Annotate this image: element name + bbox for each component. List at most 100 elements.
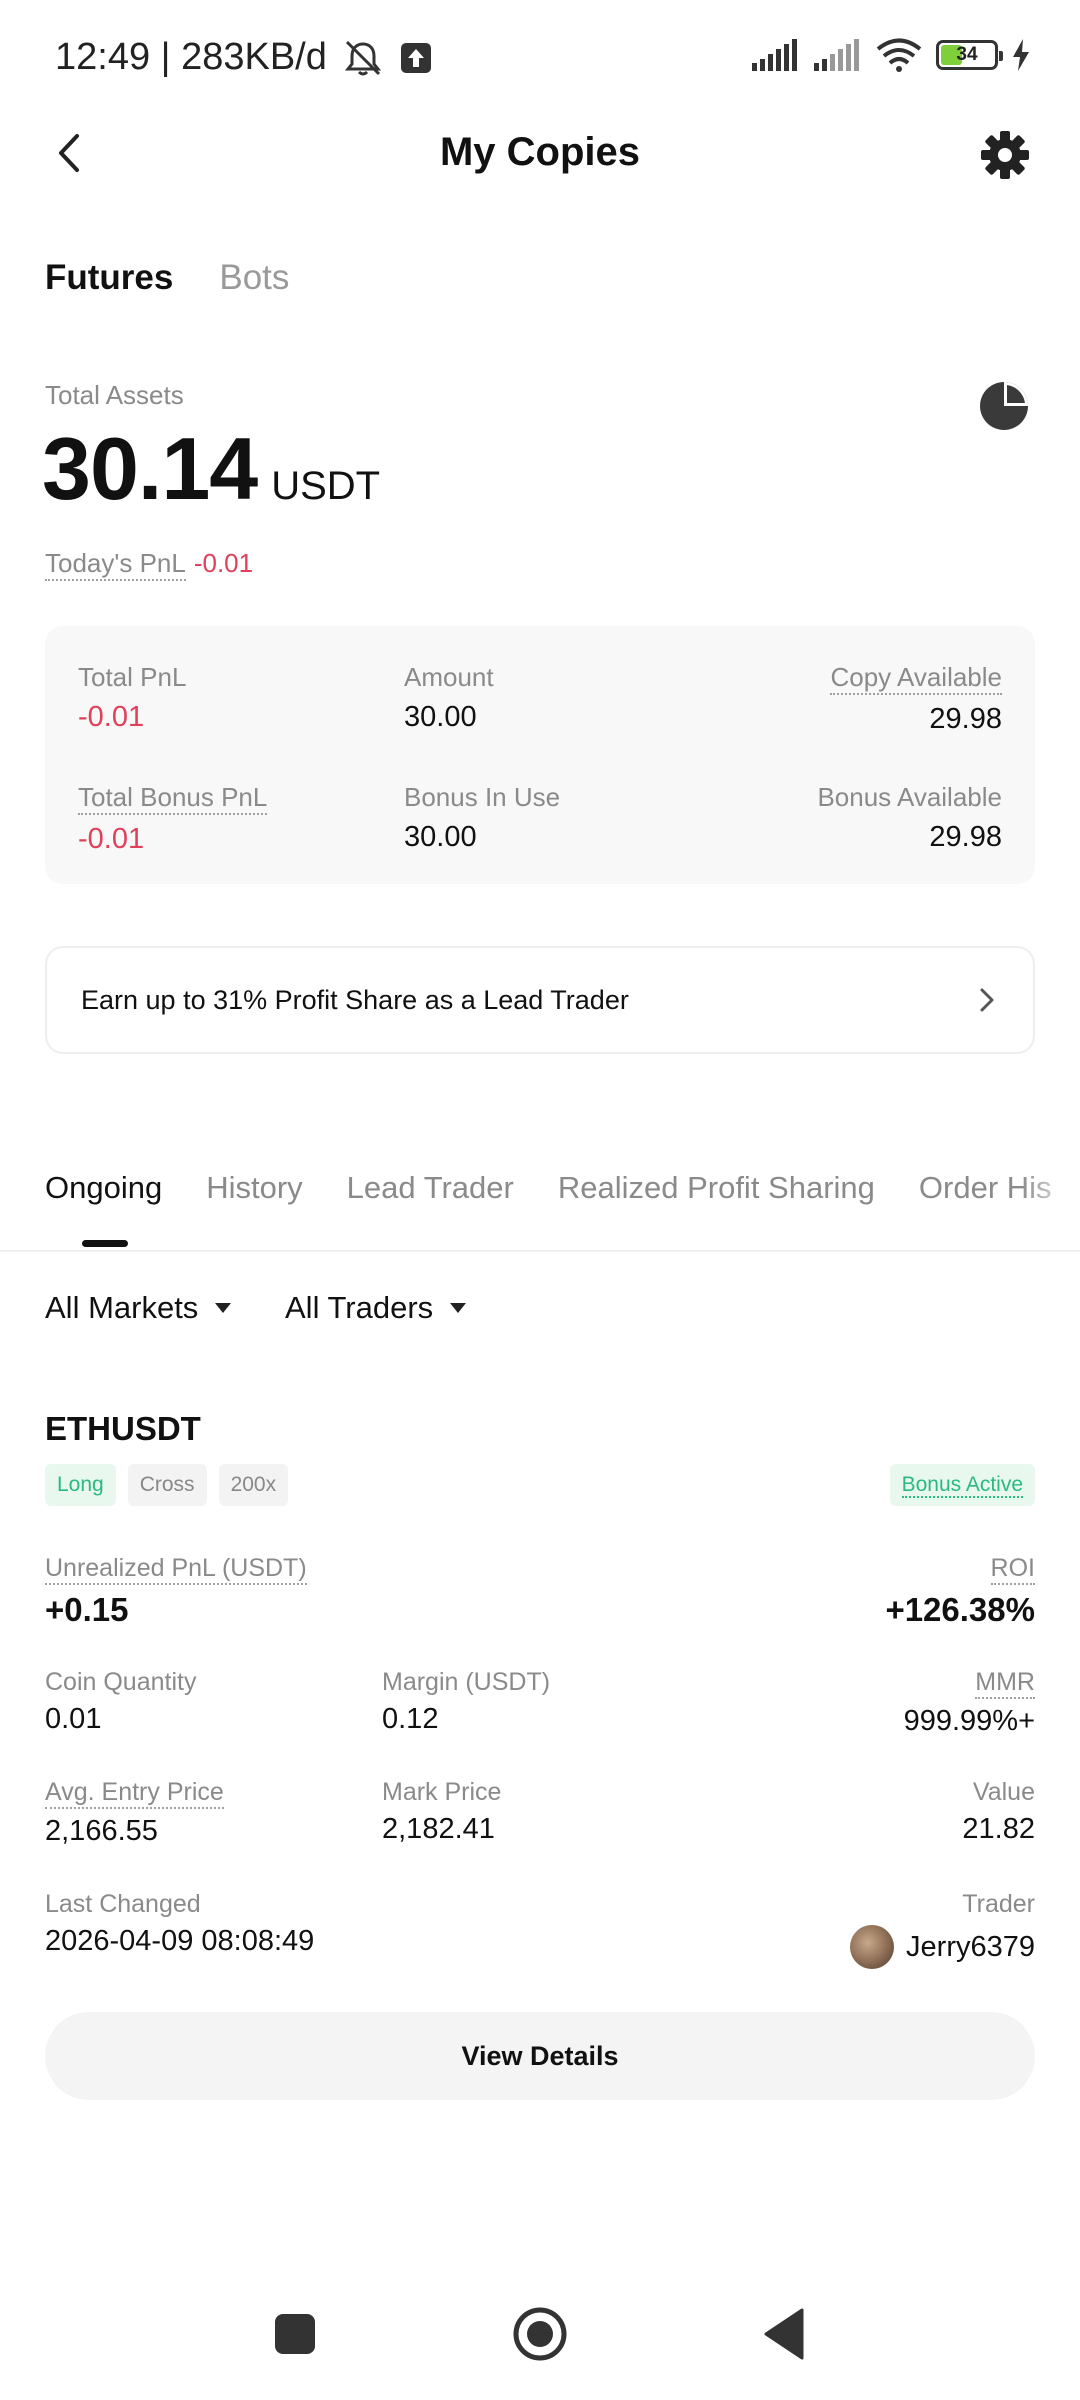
unrealized-pnl-value: +0.15: [45, 1591, 129, 1628]
roi-value: +126.38%: [885, 1591, 1035, 1628]
traders-filter[interactable]: All Traders: [285, 1290, 467, 1326]
margin: Margin (USDT) 0.12: [382, 1668, 550, 1736]
copy-available-value: 29.98: [929, 703, 1002, 735]
mark-price-value: 2,182.41: [382, 1813, 495, 1845]
bonus-available-label: Bonus Available: [817, 782, 1002, 812]
avg-entry-price-label[interactable]: Avg. Entry Price: [45, 1778, 224, 1809]
mmr: MMR 999.99%+: [904, 1668, 1035, 1738]
markets-filter[interactable]: All Markets: [45, 1290, 232, 1326]
mark-price-label: Mark Price: [382, 1778, 502, 1806]
status-left: 12:49 | 283KB/d: [55, 36, 433, 79]
page-title: My Copies: [439, 130, 641, 174]
chevron-right-icon: [980, 988, 994, 1012]
roi: ROI +126.38%: [885, 1554, 1035, 1629]
tab-futures[interactable]: Futures: [45, 258, 173, 298]
bonus-in-use: Bonus In Use 30.00: [404, 782, 560, 854]
coin-quantity-label: Coin Quantity: [45, 1668, 197, 1696]
bonus-active-label: Bonus Active: [901, 1473, 1023, 1498]
lead-trader-banner[interactable]: Earn up to 31% Profit Share as a Lead Tr…: [45, 946, 1035, 1054]
tabs-divider: [0, 1250, 1080, 1252]
coin-quantity-value: 0.01: [45, 1703, 102, 1735]
asset-type-tabs: Futures Bots: [45, 258, 289, 298]
coin-quantity: Coin Quantity 0.01: [45, 1668, 196, 1736]
mmr-label[interactable]: MMR: [975, 1668, 1035, 1699]
amount-value: 30.00: [404, 701, 477, 733]
signal-icon: [752, 39, 797, 71]
gear-icon[interactable]: [978, 128, 1032, 182]
pie-chart-icon[interactable]: [976, 378, 1032, 434]
tab-bots[interactable]: Bots: [219, 258, 289, 298]
banner-text: Earn up to 31% Profit Share as a Lead Tr…: [81, 984, 629, 1015]
avg-entry-price-value: 2,166.55: [45, 1815, 158, 1847]
view-details-button[interactable]: View Details: [45, 2012, 1035, 2100]
unrealized-pnl: Unrealized PnL (USDT) +0.15: [45, 1554, 307, 1629]
total-assets-value: 30.14 USDT: [42, 418, 380, 520]
copy-available: Copy Available 29.98: [830, 662, 1002, 736]
amount-label: Amount: [404, 662, 494, 692]
roi-label[interactable]: ROI: [990, 1554, 1035, 1585]
total-assets-currency: USDT: [271, 464, 381, 508]
position-value-label: Value: [972, 1778, 1035, 1806]
total-pnl-value: -0.01: [78, 701, 145, 733]
status-right: 34: [752, 38, 1030, 72]
copy-available-label[interactable]: Copy Available: [830, 662, 1002, 695]
tab-lead-trader[interactable]: Lead Trader: [347, 1170, 514, 1206]
mmr-value: 999.99%+: [903, 1705, 1035, 1737]
last-changed-value: 2026-04-09 08:08:49: [45, 1925, 315, 1957]
position-tabs: Ongoing History Lead Trader Realized Pro…: [45, 1170, 1052, 1206]
bonus-active-badge[interactable]: Bonus Active: [889, 1464, 1035, 1506]
amount: Amount 30.00: [404, 662, 494, 734]
home-icon[interactable]: [512, 2306, 568, 2362]
margin-value: 0.12: [382, 1703, 439, 1735]
bonus-in-use-label: Bonus In Use: [404, 782, 561, 812]
mark-price: Mark Price 2,182.41: [382, 1778, 501, 1846]
margin-label: Margin (USDT): [382, 1668, 551, 1696]
avg-entry-price: Avg. Entry Price 2,166.55: [45, 1778, 224, 1848]
tab-realized-profit-sharing[interactable]: Realized Profit Sharing: [558, 1170, 875, 1206]
tag-side: Long: [45, 1464, 116, 1506]
total-assets-amount: 30.14: [42, 419, 258, 518]
trader: Trader Jerry6379: [850, 1890, 1035, 1969]
charging-icon: [1013, 39, 1029, 71]
unrealized-pnl-label[interactable]: Unrealized PnL (USDT): [45, 1554, 307, 1585]
today-pnl: Today's PnL -0.01: [45, 548, 253, 581]
active-tab-indicator: [82, 1240, 128, 1247]
tabs-fade: [1020, 1160, 1080, 1220]
tag-margin-mode: Cross: [127, 1464, 207, 1506]
tab-ongoing[interactable]: Ongoing: [45, 1170, 162, 1206]
last-changed: Last Changed 2026-04-09 08:08:49: [45, 1890, 314, 1958]
caret-down-icon: [215, 1303, 232, 1313]
bonus-available: Bonus Available 29.98: [817, 782, 1002, 854]
signal-icon-2: [814, 39, 859, 71]
total-bonus-pnl: Total Bonus PnL -0.01: [78, 782, 268, 856]
total-pnl-label: Total PnL: [78, 662, 187, 692]
total-assets-label: Total Assets: [45, 380, 184, 410]
bonus-available-value: 29.98: [929, 821, 1002, 853]
markets-filter-label: All Markets: [45, 1290, 199, 1325]
total-bonus-pnl-label[interactable]: Total Bonus PnL: [78, 782, 268, 815]
battery-icon: 34: [936, 40, 1003, 70]
recent-apps-icon[interactable]: [275, 2314, 315, 2354]
total-bonus-pnl-value: -0.01: [78, 823, 145, 855]
position-value-value: 21.82: [962, 1813, 1035, 1845]
today-pnl-value: -0.01: [193, 548, 254, 578]
wifi-icon: [876, 38, 922, 72]
status-bar: 12:49 | 283KB/d 34: [0, 0, 1080, 120]
summary-card: Total PnL -0.01 Amount 30.00 Copy Availa…: [45, 626, 1035, 884]
total-pnl: Total PnL -0.01: [78, 662, 186, 734]
avatar: [850, 1925, 895, 1969]
trader-info[interactable]: Jerry6379: [850, 1925, 1035, 1969]
position-value: Value 21.82: [962, 1778, 1035, 1846]
back-nav-icon[interactable]: [762, 2308, 806, 2360]
upload-icon: [400, 42, 431, 73]
tag-leverage: 200x: [218, 1464, 289, 1506]
bonus-in-use-value: 30.00: [404, 821, 477, 853]
today-pnl-label[interactable]: Today's PnL: [45, 548, 186, 581]
status-time: 12:49 | 283KB/d: [55, 36, 327, 78]
mute-icon: [344, 40, 381, 75]
tab-history[interactable]: History: [206, 1170, 302, 1206]
caret-down-icon: [450, 1303, 467, 1313]
position-symbol[interactable]: ETHUSDT: [45, 1410, 201, 1448]
trader-name: Jerry6379: [906, 1930, 1035, 1963]
trader-label: Trader: [962, 1890, 1035, 1918]
